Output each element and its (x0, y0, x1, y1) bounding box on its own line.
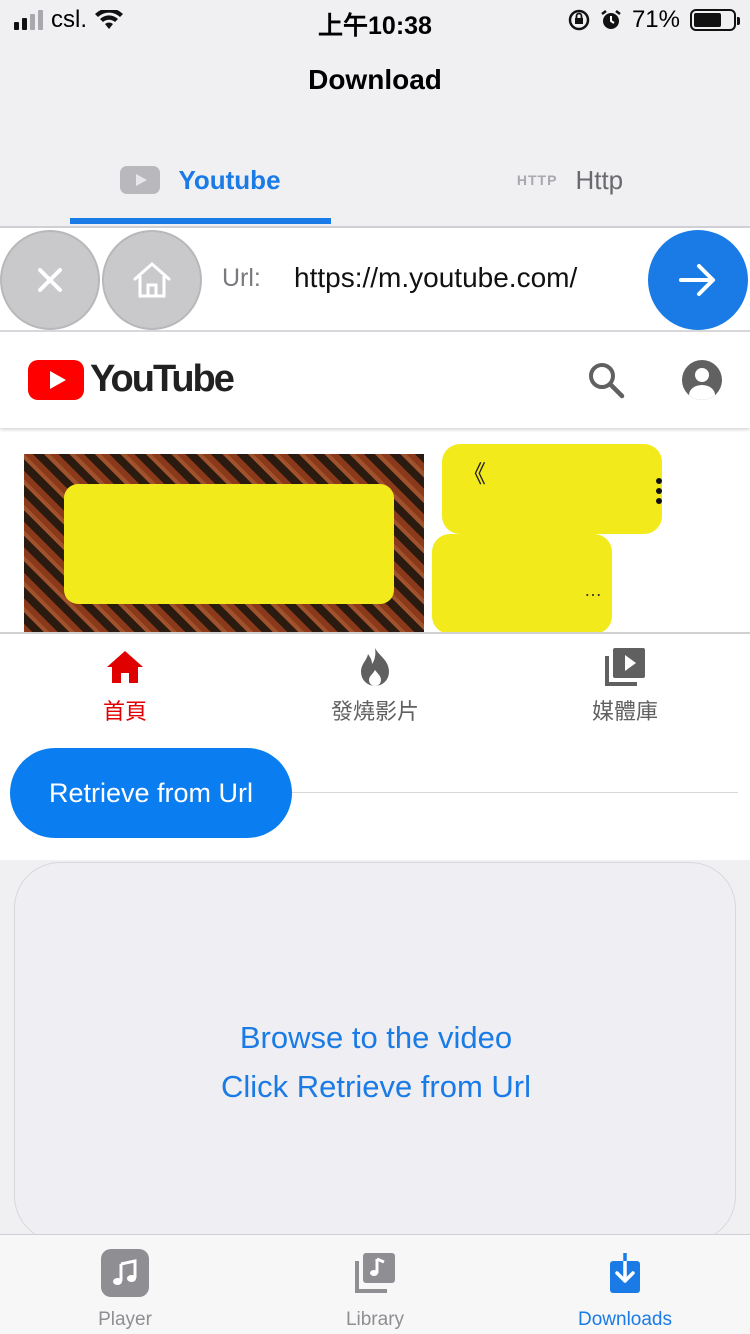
alarm-icon (601, 10, 621, 29)
home-button[interactable] (102, 230, 202, 330)
account-icon[interactable] (682, 360, 722, 400)
library-icon (605, 648, 645, 686)
instruction-line-2: Click Retrieve from Url (220, 1069, 532, 1104)
yt-nav-library[interactable]: 媒體庫 (500, 646, 750, 726)
battery-percent: 71% (631, 6, 680, 33)
tab-library-label: Library (345, 1309, 405, 1330)
music-library-icon (351, 1249, 399, 1297)
download-icon (601, 1249, 649, 1297)
search-icon[interactable] (586, 360, 626, 400)
instructions-text: Browse to the video Click Retrieve from … (15, 1013, 737, 1111)
web-view[interactable]: YouTube 《 … 首頁 發燒影片 媒體庫 (0, 332, 750, 730)
retrieve-from-url-button[interactable]: Retrieve from Url (10, 748, 292, 838)
instructions-card: Browse to the video Click Retrieve from … (14, 862, 736, 1242)
http-icon: HTTP (516, 172, 558, 188)
redaction-blur (64, 484, 394, 604)
url-label: Url: (222, 264, 261, 292)
tab-library[interactable]: Library (250, 1249, 500, 1331)
youtube-logo[interactable]: YouTube (28, 358, 235, 401)
battery-icon (690, 9, 740, 31)
tab-bar: Player Library Downloads (0, 1234, 750, 1334)
yt-nav-home[interactable]: 首頁 (0, 646, 250, 726)
url-bar: Url: https://m.youtube.com/ (0, 228, 750, 332)
video-title-fragment: 《 (462, 461, 486, 488)
home-icon (107, 651, 143, 683)
tab-http[interactable]: HTTP Http (420, 140, 720, 220)
yt-nav-library-label: 媒體庫 (591, 699, 658, 724)
status-right: 71% (568, 6, 740, 34)
music-note-icon (101, 1249, 149, 1297)
instruction-line-1: Browse to the video (239, 1020, 513, 1055)
youtube-wordmark: YouTube (90, 358, 235, 400)
page-title: Download (308, 64, 442, 95)
youtube-icon (120, 166, 161, 194)
yt-nav-trending-label: 發燒影片 (330, 699, 419, 724)
tab-youtube-label: Youtube (178, 164, 281, 195)
video-meta-ellipsis: … (584, 580, 602, 600)
yt-nav-home-label: 首頁 (102, 699, 147, 724)
retrieve-section: Retrieve from Url (0, 730, 750, 860)
source-tabs: Youtube HTTP Http (0, 140, 750, 228)
tab-downloads-label: Downloads (578, 1309, 672, 1330)
youtube-bottom-nav: 首頁 發燒影片 媒體庫 (0, 632, 750, 730)
more-options-icon[interactable] (656, 478, 662, 508)
yt-nav-trending[interactable]: 發燒影片 (250, 646, 500, 726)
go-button[interactable] (648, 230, 748, 330)
tab-downloads[interactable]: Downloads (500, 1249, 750, 1331)
tab-player-label: Player (98, 1309, 152, 1330)
video-thumbnail[interactable] (24, 454, 424, 632)
url-field[interactable]: https://m.youtube.com/ (294, 262, 577, 294)
selected-tab-indicator (70, 218, 331, 224)
close-button[interactable] (0, 230, 100, 330)
youtube-header: YouTube (0, 332, 750, 428)
status-bar: csl. 上午10:38 71% (0, 0, 750, 40)
trending-flame-icon (361, 648, 389, 686)
tab-player[interactable]: Player (0, 1249, 250, 1331)
battery-fill (694, 13, 721, 27)
tab-http-label: Http (575, 164, 624, 195)
close-icon (38, 268, 62, 292)
orientation-lock-icon (568, 9, 590, 31)
home-icon (133, 262, 171, 298)
divider (290, 792, 738, 793)
arrow-right-icon (679, 264, 715, 296)
youtube-play-icon (28, 359, 84, 400)
tab-youtube[interactable]: Youtube (70, 140, 331, 220)
